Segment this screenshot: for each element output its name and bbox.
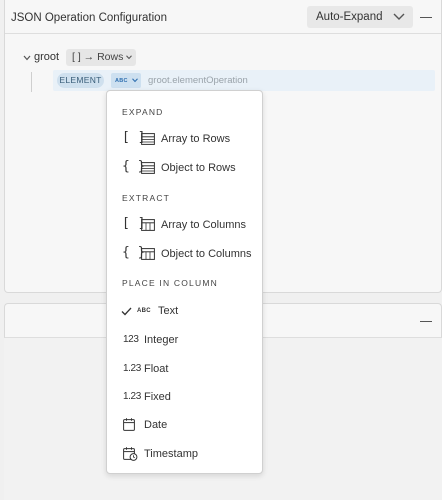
columns-table-icon bbox=[141, 219, 155, 231]
rows-table-icon bbox=[141, 133, 155, 145]
menu-item-label: Integer bbox=[144, 334, 179, 346]
calendar-icon bbox=[123, 418, 135, 431]
checkmark-icon bbox=[121, 307, 132, 316]
menu-item-label: Object to Columns bbox=[161, 248, 252, 260]
text-type-icon: ABC bbox=[137, 308, 151, 314]
expand-caret-icon[interactable] bbox=[23, 52, 31, 64]
rows-table-icon bbox=[141, 162, 155, 174]
menu-item-label: Timestamp bbox=[144, 448, 198, 460]
menu-item-label: Float bbox=[144, 363, 169, 375]
columns-table-icon bbox=[141, 248, 155, 260]
chevron-down-icon bbox=[126, 55, 132, 60]
menu-item-label: Object to Rows bbox=[161, 162, 236, 174]
menu-item-label: Date bbox=[144, 419, 168, 431]
section-extract: EXTRACT bbox=[122, 193, 171, 203]
menu-item-label: Array to Columns bbox=[161, 219, 246, 231]
menu-item-timestamp[interactable]: Timestamp bbox=[107, 443, 262, 467]
menu-item-date[interactable]: Date bbox=[107, 414, 262, 438]
float-type-icon: 1.23 bbox=[123, 363, 141, 374]
integer-type-icon: 123 bbox=[123, 334, 139, 345]
text-type-icon: ABC bbox=[115, 78, 128, 84]
element-row[interactable]: ELEMENT ABC groot.elementOperation bbox=[53, 70, 435, 91]
menu-item-integer[interactable]: 123 Integer bbox=[107, 329, 262, 353]
tree-root-label: groot bbox=[34, 51, 60, 63]
collapse-icon[interactable] bbox=[420, 17, 432, 19]
menu-item-array-to-columns[interactable]: [ ] Array to Columns bbox=[107, 214, 262, 238]
collapse-icon[interactable] bbox=[420, 321, 432, 323]
fixed-type-icon: 1.23 bbox=[123, 391, 141, 402]
element-type-dropdown[interactable]: ABC bbox=[111, 73, 141, 88]
menu-item-array-to-rows[interactable]: [ ] Array to Rows bbox=[107, 128, 262, 152]
menu-item-label: Array to Rows bbox=[161, 133, 231, 145]
menu-item-label: Text bbox=[158, 305, 179, 317]
auto-expand-dropdown[interactable]: Auto-Expand bbox=[307, 6, 413, 28]
menu-item-object-to-columns[interactable]: { } Object to Columns bbox=[107, 243, 262, 267]
panel-title: JSON Operation Configuration bbox=[11, 12, 167, 24]
operation-menu: EXPAND [ ] Array to Rows { } Object to R… bbox=[106, 90, 263, 474]
menu-item-label: Fixed bbox=[144, 391, 171, 403]
element-path: groot.elementOperation bbox=[148, 75, 248, 86]
menu-item-object-to-rows[interactable]: { } Object to Rows bbox=[107, 157, 262, 181]
tree-connector-line bbox=[31, 72, 32, 92]
panel-header: JSON Operation Configuration Auto-Expand bbox=[5, 0, 441, 34]
section-place-in-column: PLACE IN COLUMN bbox=[122, 278, 218, 288]
element-badge: ELEMENT bbox=[57, 73, 104, 88]
chevron-down-icon bbox=[393, 12, 405, 24]
chevron-down-icon bbox=[132, 78, 138, 83]
root-operation-label: [ ] → Rows bbox=[72, 51, 124, 63]
auto-expand-label: Auto-Expand bbox=[316, 11, 383, 23]
menu-item-text[interactable]: ABC Text bbox=[107, 300, 262, 324]
menu-item-float[interactable]: 1.23 Float bbox=[107, 358, 262, 382]
timestamp-icon bbox=[123, 447, 138, 461]
section-expand: EXPAND bbox=[122, 107, 164, 117]
root-operation-dropdown[interactable]: [ ] → Rows bbox=[66, 49, 136, 66]
menu-item-fixed[interactable]: 1.23 Fixed bbox=[107, 386, 262, 410]
